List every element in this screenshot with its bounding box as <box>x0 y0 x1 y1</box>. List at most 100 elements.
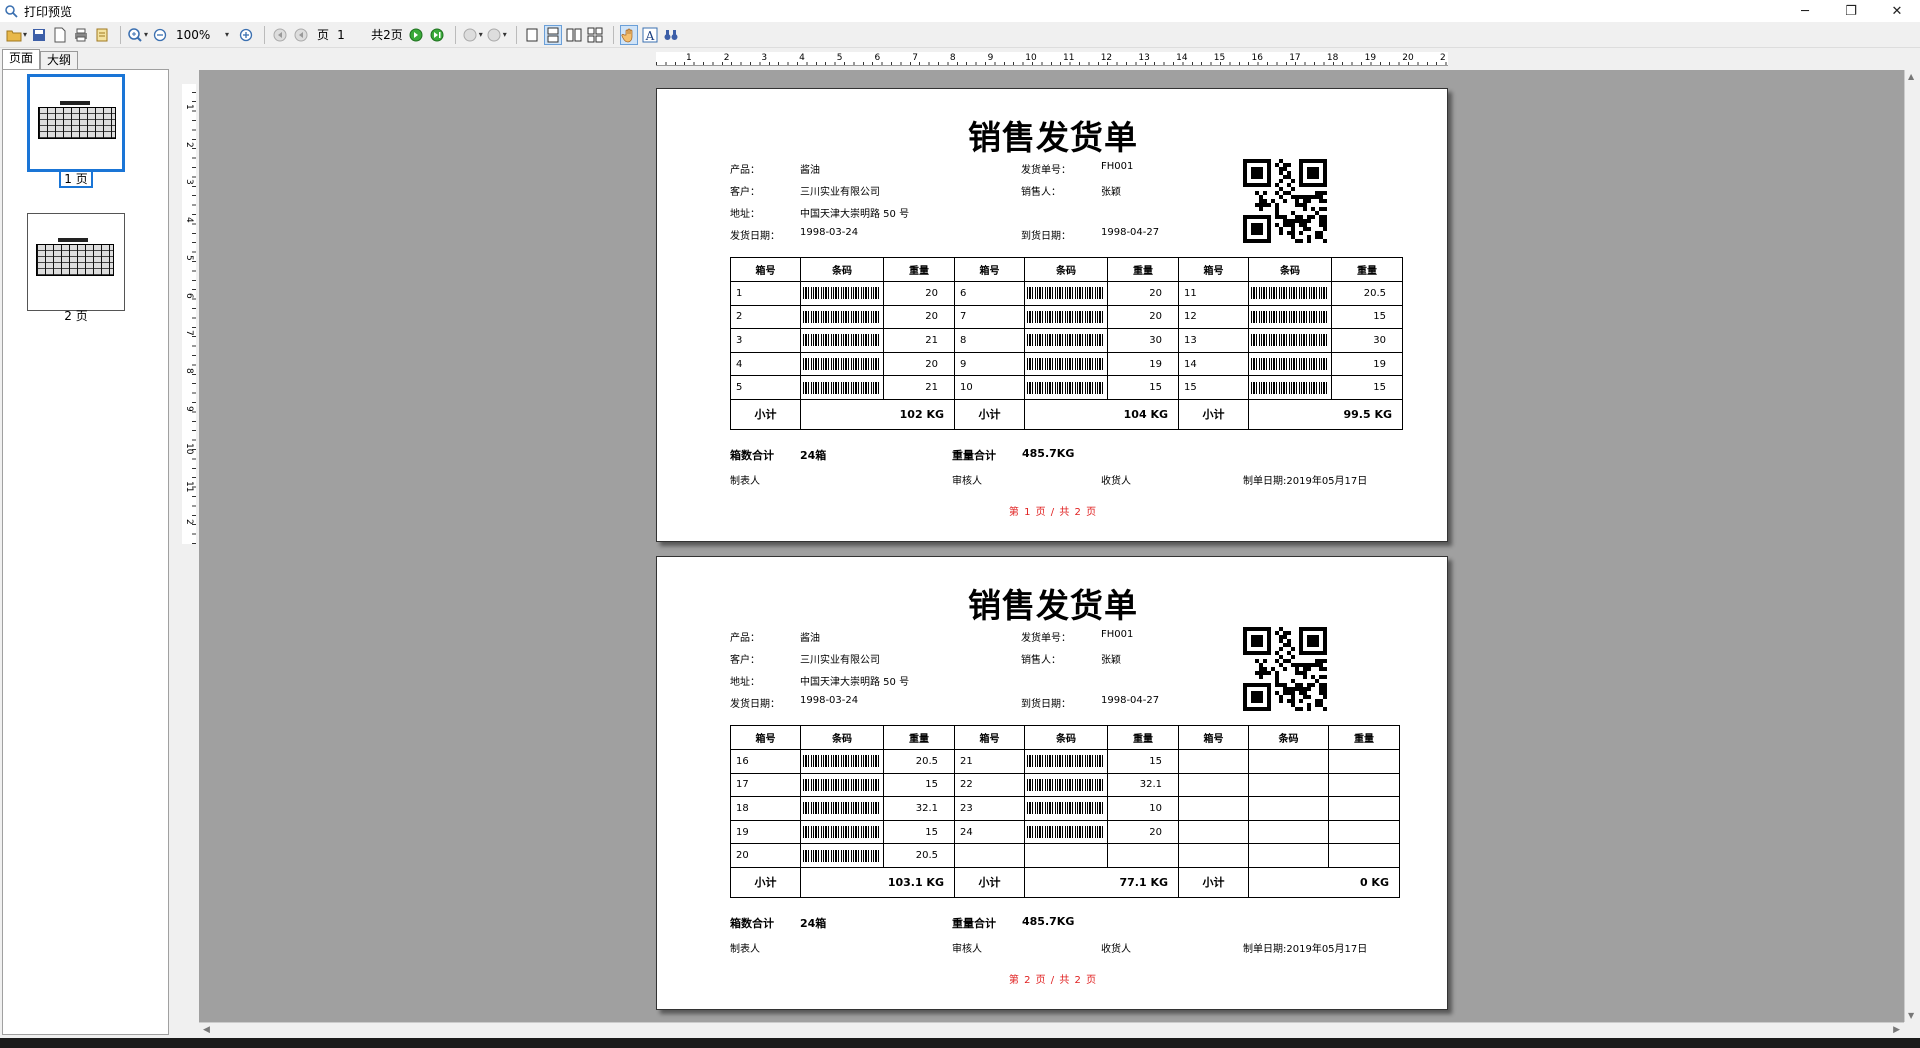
column-header: 箱号 <box>730 725 801 750</box>
scroll-left-icon[interactable]: ◀ <box>203 1025 210 1035</box>
open-button[interactable]: ▾ <box>6 25 27 45</box>
tab-outline[interactable]: 大纲 <box>40 51 79 69</box>
customer-label: 客户： <box>730 187 760 198</box>
prev-page-button[interactable] <box>292 25 310 45</box>
zoom-out-button[interactable] <box>151 25 169 45</box>
back-button[interactable]: ▾ <box>462 25 483 45</box>
ruler-tick: 7 <box>184 330 194 336</box>
new-page-button[interactable] <box>51 25 69 45</box>
box-number: 11 <box>1178 281 1249 306</box>
print-button[interactable] <box>72 25 90 45</box>
page-thumbnail-2[interactable] <box>27 213 125 311</box>
box-number <box>1178 819 1249 845</box>
arrive-date-value: 1998-04-27 <box>1101 227 1160 238</box>
printer-icon <box>75 28 88 41</box>
save-button[interactable] <box>30 25 48 45</box>
box-number <box>1178 749 1249 774</box>
barcode-cell <box>1248 749 1329 774</box>
forward-button[interactable]: ▾ <box>486 25 507 45</box>
ruler-tick: 17 <box>1289 53 1301 63</box>
box-number: 23 <box>954 796 1025 821</box>
barcode-cell <box>1248 796 1329 821</box>
zoom-dropdown-icon[interactable]: ▾ <box>225 30 229 39</box>
ruler-tick: 16 <box>1251 53 1263 63</box>
thumbnail-label-2: 2 页 <box>64 309 88 323</box>
scroll-up-icon[interactable]: ▲ <box>1908 72 1914 81</box>
find-button[interactable] <box>662 25 680 45</box>
barcode-cell <box>800 328 884 353</box>
column-header: 重量 <box>1331 257 1403 282</box>
barcode-cell <box>1248 281 1332 306</box>
box-number: 24 <box>954 819 1025 845</box>
ruler-tick: 6 <box>184 292 194 299</box>
box-number: 17 <box>730 772 801 798</box>
box-number <box>1178 796 1249 821</box>
box-number: 21 <box>954 749 1025 774</box>
close-button[interactable]: ✕ <box>1874 0 1920 22</box>
box-number: 6 <box>954 281 1025 306</box>
multi-page-view-button[interactable] <box>586 25 604 45</box>
zoom-plus-button[interactable] <box>237 25 255 45</box>
column-header: 条码 <box>800 257 884 282</box>
open-folder-icon <box>6 30 22 41</box>
last-page-button[interactable] <box>428 25 446 45</box>
weight-value <box>1328 796 1400 821</box>
ruler-tick: 15 <box>1213 53 1226 63</box>
ruler-tick: 9 <box>987 53 994 63</box>
maximize-button[interactable]: ❐ <box>1828 0 1874 22</box>
zoom-in-button[interactable]: ▾ <box>127 25 148 45</box>
barcode-image <box>803 778 881 791</box>
weight-value: 20 <box>883 351 955 377</box>
two-page-view-button[interactable] <box>565 25 583 45</box>
report-title: 销售发货单 <box>968 118 1138 157</box>
scroll-down-icon[interactable]: ▼ <box>1908 1011 1914 1020</box>
arrive-date-label: 到货日期： <box>1021 699 1071 710</box>
barcode-cell <box>1024 351 1108 377</box>
horizontal-scrollbar[interactable]: ◀ ▶ <box>199 1022 1904 1038</box>
continuous-view-button[interactable] <box>543 24 562 45</box>
box-number: 19 <box>730 819 801 845</box>
subtotal-row: 小计 102 KG 小计 104 KG 小计 99.5 KG <box>730 398 1403 430</box>
barcode-image <box>1251 334 1329 347</box>
maker-label: 制表人 <box>730 944 760 955</box>
product-value: 酱油 <box>800 633 820 644</box>
seller-label: 销售人： <box>1021 655 1061 666</box>
single-page-view-button[interactable] <box>523 25 541 45</box>
table-row: 16 20.5 21 15 <box>730 749 1400 774</box>
page-number-footer: 第 1 页 / 共 2 页 <box>1008 507 1098 518</box>
ruler-tick: 12 <box>1100 53 1113 63</box>
page-thumbnail-1[interactable] <box>27 74 125 172</box>
report-title: 销售发货单 <box>968 586 1138 625</box>
address-value: 中国天津大崇明路 50 号 <box>800 677 910 688</box>
table-row: 1 20 6 20 11 20.5 <box>730 281 1403 306</box>
first-page-button[interactable] <box>271 25 289 45</box>
zoom-level[interactable]: 100% <box>176 28 220 42</box>
column-header: 箱号 <box>954 257 1025 282</box>
vertical-scrollbar[interactable]: ▲ ▼ <box>1904 70 1920 1022</box>
thumbnail-title-mark <box>58 238 88 242</box>
hand-tool-button[interactable] <box>619 24 638 45</box>
column-header: 箱号 <box>730 257 801 282</box>
ruler-tick: 1 <box>686 53 692 63</box>
subtotal-value: 103.1 KG <box>800 866 955 898</box>
column-header: 重量 <box>883 725 955 750</box>
ruler-tick: 4 <box>184 217 194 223</box>
svg-text:A: A <box>644 29 654 43</box>
box-number: 7 <box>954 304 1025 330</box>
minimize-button[interactable]: ─ <box>1782 0 1828 22</box>
window-title: 打印预览 <box>24 4 73 19</box>
receiver-label: 收货人 <box>1101 944 1131 955</box>
text-select-button[interactable]: A <box>641 25 659 45</box>
column-header: 重量 <box>1107 725 1179 750</box>
tab-pages[interactable]: 页面 <box>2 49 41 69</box>
table-row: 18 32.1 23 10 <box>730 796 1400 821</box>
weight-value: 30 <box>1107 328 1179 353</box>
barcode-cell <box>1248 772 1329 798</box>
scroll-right-icon[interactable]: ▶ <box>1893 1025 1900 1035</box>
box-number: 9 <box>954 351 1025 377</box>
column-header: 箱号 <box>954 725 1025 750</box>
next-page-button[interactable] <box>407 25 425 45</box>
two-page-icon <box>566 28 582 41</box>
export-button[interactable] <box>93 25 111 45</box>
page-number-input[interactable]: 1 <box>337 28 363 42</box>
